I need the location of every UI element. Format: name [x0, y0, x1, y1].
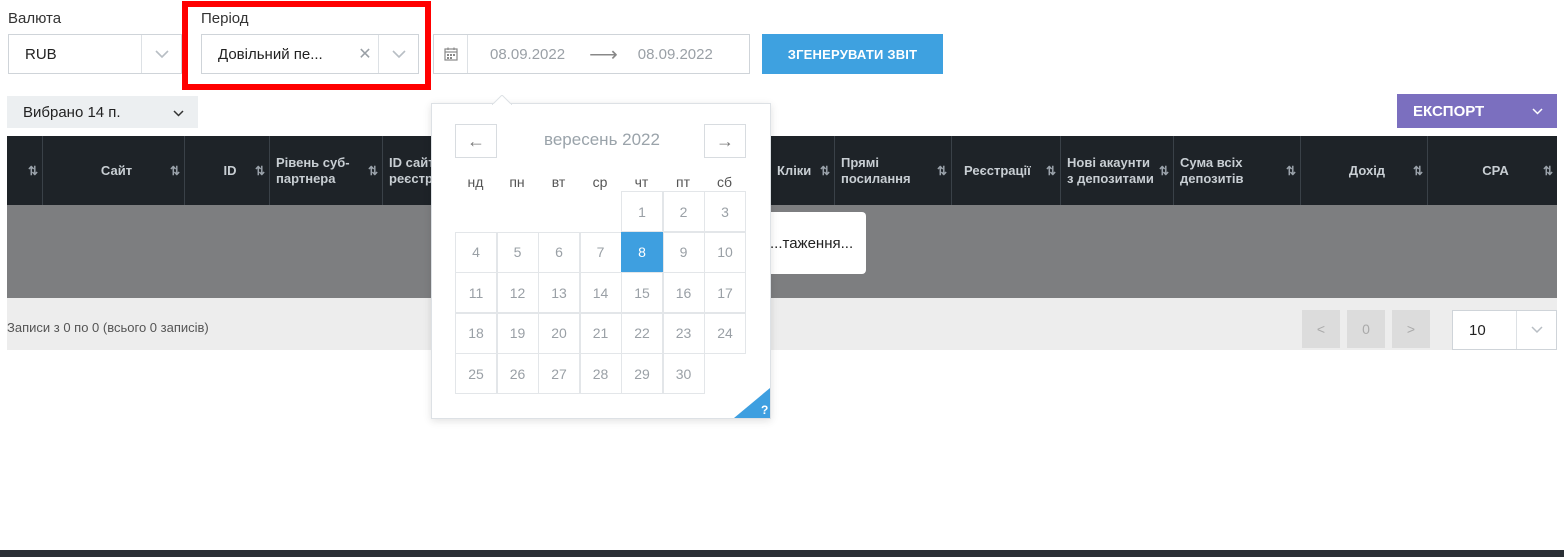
- chevron-down-icon: [141, 35, 181, 73]
- calendar-day[interactable]: 9: [662, 231, 705, 273]
- sort-icon: ⇅: [27, 164, 38, 178]
- calendar-day[interactable]: 23: [662, 312, 705, 354]
- chevron-down-icon: [1516, 311, 1556, 349]
- calendar-day[interactable]: 12: [496, 272, 539, 313]
- date-from[interactable]: 08.09.2022: [490, 46, 565, 63]
- period-highlight-box: [182, 1, 431, 90]
- loading-message: ...таження...: [760, 212, 866, 274]
- columns-selector[interactable]: Вибрано 14 п.: [7, 96, 198, 128]
- calendar-day[interactable]: 7: [579, 231, 622, 273]
- calendar-day[interactable]: 11: [455, 272, 497, 313]
- calendar-day[interactable]: 27: [538, 353, 580, 394]
- generate-report-button[interactable]: ЗГЕНЕРУВАТИ ЗВІТ: [762, 34, 943, 74]
- bottom-bar: [0, 550, 1564, 557]
- weekday-label: ср: [592, 174, 608, 190]
- calendar-day[interactable]: 13: [538, 272, 580, 313]
- export-button[interactable]: ЕКСПОРТ: [1397, 94, 1557, 128]
- currency-label: Валюта: [8, 10, 62, 27]
- calendar-day[interactable]: 5: [496, 231, 539, 273]
- weekday-label: вт: [551, 174, 566, 190]
- sort-icon: ⇅: [1158, 164, 1169, 178]
- calendar-day[interactable]: 21: [579, 312, 622, 354]
- chevron-down-icon: [1517, 94, 1557, 128]
- currency-select[interactable]: RUB: [8, 34, 182, 74]
- column-header-registrations[interactable]: Реєстрації ⇅: [952, 136, 1061, 205]
- calendar-day[interactable]: 2: [662, 191, 705, 232]
- column-header-direct-links[interactable]: Прямі посилання ⇅: [835, 136, 952, 205]
- calendar-day[interactable]: 3: [704, 191, 746, 232]
- calendar-day[interactable]: 6: [538, 231, 580, 273]
- column-header-cpa[interactable]: CPA ⇅: [1428, 136, 1557, 205]
- calendar-day[interactable]: 18: [455, 312, 497, 354]
- calendar-day[interactable]: 16: [662, 272, 705, 313]
- arrow-right-icon: →: [716, 130, 734, 151]
- weekday-label: пн: [509, 174, 525, 190]
- sort-icon: ⇅: [1045, 164, 1056, 178]
- table-header: ⇅ Сайт ⇅ ID ⇅ Рівень суб-партнера ⇅ ID сайт…: [7, 136, 1557, 205]
- calendar-day[interactable]: 22: [621, 312, 663, 354]
- calendar-day[interactable]: 25: [455, 353, 497, 394]
- calendar-day[interactable]: 24: [704, 312, 746, 354]
- currency-value: RUB: [25, 45, 57, 63]
- weekday-label: нд: [467, 174, 484, 190]
- sort-icon: ⇅: [367, 164, 378, 178]
- weekday-label: пт: [676, 174, 690, 190]
- sort-icon: ⇅: [254, 164, 265, 178]
- popup-caret-icon: [492, 95, 512, 105]
- weekday-label: чт: [634, 174, 649, 190]
- date-picker-popup: ← вересень 2022 → нд пн вт ср чт пт сб 1234567…: [431, 95, 771, 419]
- calendar-day[interactable]: 28: [579, 353, 622, 394]
- next-month-button[interactable]: →: [704, 124, 746, 158]
- sort-icon: ⇅: [819, 164, 830, 178]
- sort-icon: ⇅: [936, 164, 947, 178]
- calendar-day[interactable]: 20: [538, 312, 580, 354]
- column-header-income[interactable]: Дохід ⇅: [1301, 136, 1428, 205]
- pagination-page[interactable]: 0: [1347, 310, 1385, 348]
- help-corner-icon[interactable]: ?: [734, 388, 770, 418]
- column-header-id[interactable]: ID ⇅: [185, 136, 270, 205]
- column-header[interactable]: ⇅: [7, 136, 43, 205]
- column-header-site-id-reg[interactable]: ID сайт реєстр: [383, 136, 438, 205]
- calendar-day[interactable]: 17: [704, 272, 746, 313]
- weekday-label: сб: [716, 174, 733, 190]
- pagination-next[interactable]: >: [1392, 310, 1430, 348]
- column-header-clicks[interactable]: Кліки ⇅: [771, 136, 835, 205]
- calendar-day[interactable]: 15: [621, 272, 663, 313]
- calendar-day[interactable]: 4: [455, 231, 497, 273]
- pagination-prev[interactable]: <: [1302, 310, 1340, 348]
- sort-icon: ⇅: [1412, 164, 1423, 178]
- calendar-icon: [434, 35, 468, 73]
- column-header-subpartner-level[interactable]: Рівень суб-партнера ⇅: [270, 136, 383, 205]
- column-header-deposits-sum[interactable]: Сума всіх депозитів ⇅: [1174, 136, 1301, 205]
- calendar-day[interactable]: 14: [579, 272, 622, 313]
- arrow-right-icon: ⟶: [589, 43, 618, 66]
- column-header-site[interactable]: Сайт ⇅: [43, 136, 185, 205]
- page-size-select[interactable]: 10: [1452, 310, 1557, 350]
- calendar-day-selected[interactable]: 8: [621, 231, 663, 273]
- export-label: ЕКСПОРТ: [1413, 102, 1485, 120]
- sort-icon: ⇅: [169, 164, 180, 178]
- calendar-day[interactable]: 10: [704, 231, 746, 273]
- calendar-day[interactable]: 19: [496, 312, 539, 354]
- columns-selector-label: Вибрано 14 п.: [23, 103, 121, 121]
- calendar-day[interactable]: 1: [621, 191, 663, 232]
- page-size-value: 10: [1469, 321, 1486, 339]
- sort-icon: ⇅: [1285, 164, 1296, 178]
- records-info: Записи з 0 по 0 (всього 0 записів): [7, 320, 209, 335]
- column-header-new-accounts[interactable]: Нові акаунти з депозитами ⇅: [1061, 136, 1174, 205]
- chevron-down-icon: [173, 104, 184, 121]
- calendar-day[interactable]: 30: [662, 353, 705, 394]
- calendar-day[interactable]: 26: [496, 353, 539, 394]
- sort-icon: ⇅: [1542, 164, 1553, 178]
- calendar-day[interactable]: 29: [621, 353, 663, 394]
- date-to[interactable]: 08.09.2022: [638, 46, 713, 63]
- svg-text:?: ?: [761, 403, 768, 417]
- date-range-input[interactable]: 08.09.2022 ⟶ 08.09.2022: [433, 34, 750, 74]
